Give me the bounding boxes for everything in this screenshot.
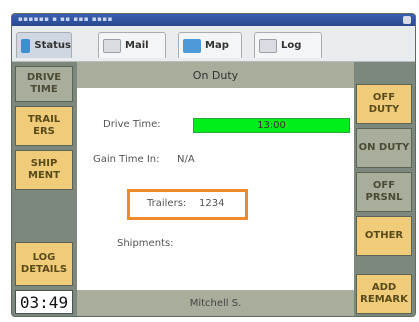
off-prsnl-button-label: OFF PRSNL (365, 180, 403, 203)
tab-map[interactable]: Map (178, 32, 242, 58)
tab-log[interactable]: Log (254, 32, 322, 58)
tab-mail-label: Mail (125, 40, 149, 51)
off-duty-button[interactable]: OFF DUTY (356, 84, 412, 124)
log-details-button-label: LOG DETAILS (20, 252, 68, 275)
add-remark-button[interactable]: ADD REMARK (356, 274, 412, 314)
status-icon (21, 38, 31, 53)
map-icon (183, 38, 201, 53)
shipment-button-label: SHIP MENT (28, 158, 60, 181)
shipments-label: Shipments: (117, 238, 174, 249)
trailers-button[interactable]: TRAIL ERS (15, 106, 73, 146)
tab-map-label: Map (205, 40, 229, 51)
other-button[interactable]: OTHER (356, 216, 412, 256)
duty-status-title: On Duty (77, 62, 354, 88)
trailers-button-label: TRAIL ERS (27, 114, 61, 137)
gain-time-value: N/A (177, 154, 195, 165)
tab-log-label: Log (281, 40, 302, 51)
device-screen: ▪▪▪▪▪▪ ▪ ▪▪ ▪▪▪ ▪▪▪▪ Status Mail Map Log… (12, 14, 415, 316)
tab-mail[interactable]: Mail (98, 32, 166, 58)
right-panel: OFF DUTY ON DUTY OFF PRSNL OTHER ADD REM… (354, 62, 415, 316)
tab-status[interactable]: Status (16, 32, 72, 58)
title-bar: ▪▪▪▪▪▪ ▪ ▪▪ ▪▪▪ ▪▪▪▪ (12, 14, 415, 26)
drive-time-button-label: DRIVE TIME (26, 72, 62, 95)
left-panel: DRIVE TIME TRAIL ERS SHIP MENT LOG DETAI… (12, 62, 77, 316)
main-panel: On Duty Drive Time: 13:00 Gain Time In: … (77, 62, 354, 316)
mail-icon (103, 38, 121, 53)
on-duty-button-label: ON DUTY (358, 142, 410, 153)
title-bar-text: ▪▪▪▪▪▪ ▪ ▪▪ ▪▪▪ ▪▪▪▪ (18, 15, 113, 23)
clock-display: 03:49 (15, 290, 73, 314)
other-button-label: OTHER (364, 230, 404, 241)
gain-time-label: Gain Time In: (93, 154, 160, 165)
trailers-highlight (127, 189, 248, 220)
drive-time-button[interactable]: DRIVE TIME (15, 66, 73, 102)
log-icon (259, 38, 277, 53)
on-duty-button[interactable]: ON DUTY (356, 128, 412, 168)
drive-time-label: Drive Time: (103, 119, 161, 130)
add-remark-button-label: ADD REMARK (360, 282, 408, 305)
trailers-label: Trailers: (147, 198, 187, 209)
off-prsnl-button[interactable]: OFF PRSNL (356, 172, 412, 212)
trailers-value: 1234 (199, 198, 225, 209)
close-icon[interactable] (403, 16, 411, 24)
driver-name: Mitchell S. (77, 290, 354, 316)
drive-time-bar: 13:00 (193, 118, 350, 133)
tab-status-label: Status (34, 40, 71, 51)
shipment-button[interactable]: SHIP MENT (15, 150, 73, 190)
off-duty-button-label: OFF DUTY (368, 92, 400, 115)
drive-time-value: 13:00 (257, 120, 286, 131)
log-details-button[interactable]: LOG DETAILS (15, 242, 73, 286)
tab-bar: Status Mail Map Log (12, 26, 415, 62)
